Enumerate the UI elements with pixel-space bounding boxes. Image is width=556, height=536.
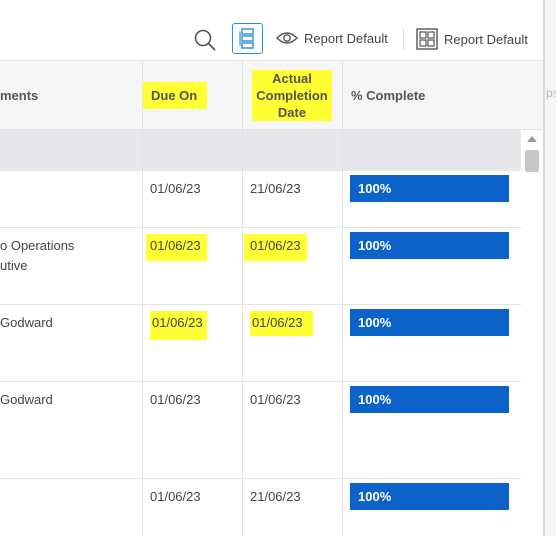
- column-header-due-on[interactable]: Due On: [142, 61, 241, 129]
- table-header: ments Due On Actual Completion Date % Co…: [0, 60, 543, 130]
- comments-cell: Godward: [0, 315, 53, 330]
- table-row[interactable]: Godward 01/06/23 01/06/23 100%: [0, 382, 521, 479]
- due-on-cell: 01/06/23: [146, 234, 207, 261]
- layout-label: Report Default: [444, 31, 528, 47]
- hierarchy-view-button[interactable]: [232, 23, 263, 54]
- percent-complete-value: 100%: [358, 238, 392, 253]
- table-row[interactable]: Godward 01/06/23 01/06/23 100%: [0, 305, 521, 382]
- percent-complete-bar: 100%: [350, 309, 509, 336]
- panel-border: [543, 0, 545, 536]
- actual-completion-cell: 21/06/23: [250, 489, 301, 504]
- table-row[interactable]: o Operations utive 01/06/23 01/06/23 100…: [0, 228, 521, 305]
- grid-layout-icon: [416, 28, 438, 50]
- actual-completion-value: 01/06/23: [244, 234, 307, 261]
- comments-cell: Godward: [0, 392, 53, 407]
- layout-dropdown[interactable]: Report Default: [416, 28, 528, 50]
- column-header-percent-complete-label: % Complete: [351, 87, 426, 103]
- column-header-actual-completion-label: Actual Completion Date: [252, 69, 332, 121]
- percent-complete-value: 100%: [358, 315, 392, 330]
- table-row[interactable]: 01/06/23 21/06/23 100%: [0, 171, 521, 228]
- percent-complete-bar: 100%: [350, 483, 509, 510]
- percent-complete-value: 100%: [358, 181, 392, 196]
- hierarchy-icon: [239, 28, 254, 49]
- comments-cell: o Operations utive: [0, 236, 74, 276]
- column-header-comments-label: ments: [0, 87, 39, 103]
- vertical-scrollbar[interactable]: [521, 130, 543, 536]
- percent-complete-bar: 100%: [350, 175, 509, 202]
- percent-complete-value: 100%: [358, 392, 392, 407]
- adjacent-panel: [545, 0, 556, 536]
- percent-complete-bar: 100%: [350, 386, 509, 413]
- due-on-value: 01/06/23: [150, 311, 207, 340]
- header-line: Actual: [272, 70, 312, 86]
- due-on-value: 01/06/23: [146, 234, 207, 261]
- toolbar-divider: [403, 28, 404, 50]
- scrollbar-thumb[interactable]: [525, 150, 539, 172]
- scroll-up-arrow-icon[interactable]: [527, 136, 537, 142]
- header-line: Date: [277, 104, 307, 120]
- adjacent-header-text: ps: [546, 86, 556, 100]
- comment-line: utive: [0, 258, 28, 273]
- percent-complete-value: 100%: [358, 489, 392, 504]
- views-dropdown[interactable]: Report Default: [276, 30, 388, 46]
- column-header-percent-complete[interactable]: % Complete: [351, 61, 521, 129]
- actual-completion-cell: 01/06/23: [250, 392, 301, 407]
- report-toolbar: Report Default Report Default: [0, 0, 545, 60]
- comment-line: o Operations: [0, 238, 75, 253]
- views-label: Report Default: [304, 30, 388, 46]
- column-header-due-on-label: Due On: [142, 81, 208, 109]
- due-on-cell: 01/06/23: [150, 311, 207, 340]
- table-row[interactable]: 01/06/23 21/06/23 100%: [0, 479, 521, 536]
- actual-completion-cell: 01/06/23: [244, 234, 307, 261]
- actual-completion-cell: 21/06/23: [250, 181, 301, 196]
- due-on-cell: 01/06/23: [150, 489, 201, 504]
- due-on-cell: 01/06/23: [150, 392, 201, 407]
- column-header-actual-completion-date[interactable]: Actual Completion Date: [242, 61, 342, 129]
- actual-completion-cell: 01/06/23: [250, 311, 313, 336]
- header-line: Completion: [256, 87, 328, 103]
- group-header-row[interactable]: [0, 130, 521, 171]
- eye-icon: [276, 32, 298, 44]
- due-on-cell: 01/06/23: [150, 181, 201, 196]
- actual-completion-value: 01/06/23: [250, 311, 313, 336]
- column-header-comments[interactable]: ments: [0, 61, 140, 129]
- search-icon[interactable]: [193, 28, 217, 52]
- percent-complete-bar: 100%: [350, 232, 509, 259]
